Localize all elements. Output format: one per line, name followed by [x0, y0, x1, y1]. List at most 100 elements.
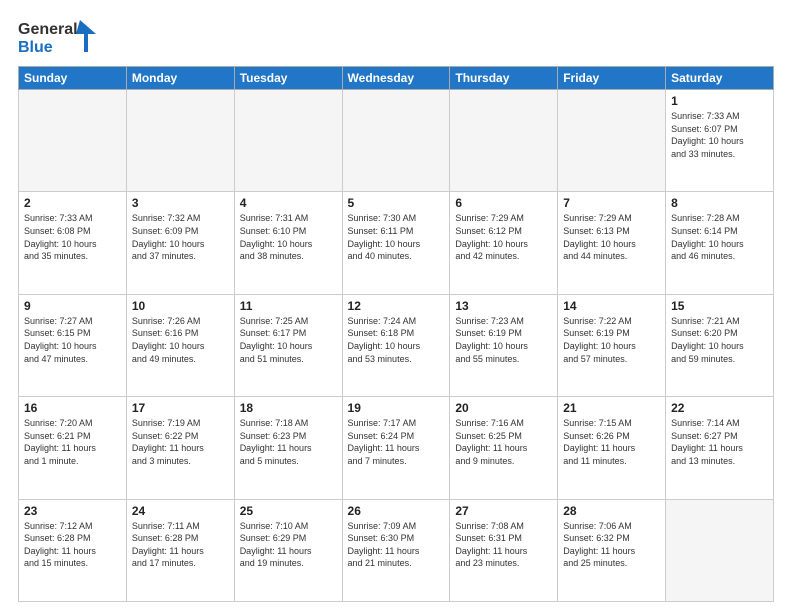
calendar-cell: 15 Sunrise: 7:21 AM Sunset: 6:20 PM Dayli… — [666, 294, 774, 396]
calendar-cell: 16 Sunrise: 7:20 AM Sunset: 6:21 PM Dayli… — [19, 397, 127, 499]
day-number: 13 — [455, 299, 552, 313]
calendar-table: SundayMondayTuesdayWednesdayThursdayFrid… — [18, 66, 774, 602]
week-row-4: 23Sunrise: 7:12 AM Sunset: 6:28 PM Dayli… — [19, 499, 774, 601]
calendar-cell: 4 Sunrise: 7:31 AM Sunset: 6:10 PM Daylig… — [234, 192, 342, 294]
day-number: 1 — [671, 94, 768, 108]
calendar-cell: 11 Sunrise: 7:25 AM Sunset: 6:17 PM Dayli… — [234, 294, 342, 396]
day-info: Sunrise: 7:20 AM Sunset: 6:21 PM Dayligh… — [24, 417, 121, 467]
day-info: Sunrise: 7:18 AM Sunset: 6:23 PM Dayligh… — [240, 417, 337, 467]
calendar-cell: 10 Sunrise: 7:26 AM Sunset: 6:16 PM Dayli… — [126, 294, 234, 396]
header-wednesday: Wednesday — [342, 67, 450, 90]
day-info: Sunrise: 7:30 AM Sunset: 6:11 PM Dayligh… — [348, 212, 445, 262]
week-row-1: 2 Sunrise: 7:33 AM Sunset: 6:08 PM Daylig… — [19, 192, 774, 294]
calendar-cell: 2 Sunrise: 7:33 AM Sunset: 6:08 PM Daylig… — [19, 192, 127, 294]
calendar-cell — [126, 90, 234, 192]
day-number: 10 — [132, 299, 229, 313]
svg-text:General: General — [18, 21, 78, 38]
calendar-cell: 1 Sunrise: 7:33 AM Sunset: 6:07 PM Daylig… — [666, 90, 774, 192]
day-info: Sunrise: 7:16 AM Sunset: 6:25 PM Dayligh… — [455, 417, 552, 467]
day-info: Sunrise: 7:26 AM Sunset: 6:16 PM Dayligh… — [132, 315, 229, 365]
calendar-cell: 3 Sunrise: 7:32 AM Sunset: 6:09 PM Daylig… — [126, 192, 234, 294]
day-number: 5 — [348, 196, 445, 210]
day-info: Sunrise: 7:17 AM Sunset: 6:24 PM Dayligh… — [348, 417, 445, 467]
header-tuesday: Tuesday — [234, 67, 342, 90]
day-number: 16 — [24, 401, 121, 415]
calendar-cell — [666, 499, 774, 601]
day-info: Sunrise: 7:27 AM Sunset: 6:15 PM Dayligh… — [24, 315, 121, 365]
calendar-cell: 12 Sunrise: 7:24 AM Sunset: 6:18 PM Dayli… — [342, 294, 450, 396]
calendar-cell: 5 Sunrise: 7:30 AM Sunset: 6:11 PM Daylig… — [342, 192, 450, 294]
day-info: Sunrise: 7:33 AM Sunset: 6:08 PM Dayligh… — [24, 212, 121, 262]
day-number: 8 — [671, 196, 768, 210]
day-number: 28 — [563, 504, 660, 518]
calendar-cell: 20Sunrise: 7:16 AM Sunset: 6:25 PM Dayli… — [450, 397, 558, 499]
logo: GeneralBlue — [18, 16, 98, 56]
header-monday: Monday — [126, 67, 234, 90]
day-number: 3 — [132, 196, 229, 210]
calendar-cell — [450, 90, 558, 192]
week-row-2: 9 Sunrise: 7:27 AM Sunset: 6:15 PM Daylig… — [19, 294, 774, 396]
calendar-cell: 8 Sunrise: 7:28 AM Sunset: 6:14 PM Daylig… — [666, 192, 774, 294]
calendar-cell — [558, 90, 666, 192]
day-info: Sunrise: 7:09 AM Sunset: 6:30 PM Dayligh… — [348, 520, 445, 570]
calendar-cell: 24Sunrise: 7:11 AM Sunset: 6:28 PM Dayli… — [126, 499, 234, 601]
day-number: 11 — [240, 299, 337, 313]
day-number: 4 — [240, 196, 337, 210]
day-number: 14 — [563, 299, 660, 313]
day-info: Sunrise: 7:22 AM Sunset: 6:19 PM Dayligh… — [563, 315, 660, 365]
calendar-cell: 23Sunrise: 7:12 AM Sunset: 6:28 PM Dayli… — [19, 499, 127, 601]
day-number: 6 — [455, 196, 552, 210]
day-number: 12 — [348, 299, 445, 313]
day-number: 15 — [671, 299, 768, 313]
calendar-header-row: SundayMondayTuesdayWednesdayThursdayFrid… — [19, 67, 774, 90]
day-info: Sunrise: 7:32 AM Sunset: 6:09 PM Dayligh… — [132, 212, 229, 262]
day-number: 21 — [563, 401, 660, 415]
day-info: Sunrise: 7:31 AM Sunset: 6:10 PM Dayligh… — [240, 212, 337, 262]
day-number: 25 — [240, 504, 337, 518]
calendar-cell: 18Sunrise: 7:18 AM Sunset: 6:23 PM Dayli… — [234, 397, 342, 499]
header-thursday: Thursday — [450, 67, 558, 90]
day-number: 9 — [24, 299, 121, 313]
week-row-0: 1 Sunrise: 7:33 AM Sunset: 6:07 PM Daylig… — [19, 90, 774, 192]
calendar-cell: 21 Sunrise: 7:15 AM Sunset: 6:26 PM Dayli… — [558, 397, 666, 499]
day-number: 17 — [132, 401, 229, 415]
day-info: Sunrise: 7:24 AM Sunset: 6:18 PM Dayligh… — [348, 315, 445, 365]
day-info: Sunrise: 7:10 AM Sunset: 6:29 PM Dayligh… — [240, 520, 337, 570]
calendar-cell: 17 Sunrise: 7:19 AM Sunset: 6:22 PM Dayli… — [126, 397, 234, 499]
calendar-cell: 28 Sunrise: 7:06 AM Sunset: 6:32 PM Dayli… — [558, 499, 666, 601]
day-info: Sunrise: 7:06 AM Sunset: 6:32 PM Dayligh… — [563, 520, 660, 570]
calendar-cell: 26 Sunrise: 7:09 AM Sunset: 6:30 PM Dayli… — [342, 499, 450, 601]
day-info: Sunrise: 7:19 AM Sunset: 6:22 PM Dayligh… — [132, 417, 229, 467]
calendar-cell: 9 Sunrise: 7:27 AM Sunset: 6:15 PM Daylig… — [19, 294, 127, 396]
day-info: Sunrise: 7:29 AM Sunset: 6:13 PM Dayligh… — [563, 212, 660, 262]
calendar-cell: 13Sunrise: 7:23 AM Sunset: 6:19 PM Dayli… — [450, 294, 558, 396]
week-row-3: 16 Sunrise: 7:20 AM Sunset: 6:21 PM Dayli… — [19, 397, 774, 499]
calendar-cell: 27Sunrise: 7:08 AM Sunset: 6:31 PM Dayli… — [450, 499, 558, 601]
header: GeneralBlue — [18, 16, 774, 56]
header-sunday: Sunday — [19, 67, 127, 90]
day-info: Sunrise: 7:15 AM Sunset: 6:26 PM Dayligh… — [563, 417, 660, 467]
day-number: 23 — [24, 504, 121, 518]
day-info: Sunrise: 7:08 AM Sunset: 6:31 PM Dayligh… — [455, 520, 552, 570]
calendar-cell: 25 Sunrise: 7:10 AM Sunset: 6:29 PM Dayli… — [234, 499, 342, 601]
day-info: Sunrise: 7:33 AM Sunset: 6:07 PM Dayligh… — [671, 110, 768, 160]
header-saturday: Saturday — [666, 67, 774, 90]
day-number: 2 — [24, 196, 121, 210]
logo-icon: GeneralBlue — [18, 16, 98, 56]
calendar-cell: 7Sunrise: 7:29 AM Sunset: 6:13 PM Daylig… — [558, 192, 666, 294]
calendar-cell — [19, 90, 127, 192]
day-info: Sunrise: 7:14 AM Sunset: 6:27 PM Dayligh… — [671, 417, 768, 467]
header-friday: Friday — [558, 67, 666, 90]
day-info: Sunrise: 7:29 AM Sunset: 6:12 PM Dayligh… — [455, 212, 552, 262]
day-info: Sunrise: 7:25 AM Sunset: 6:17 PM Dayligh… — [240, 315, 337, 365]
day-number: 24 — [132, 504, 229, 518]
day-info: Sunrise: 7:28 AM Sunset: 6:14 PM Dayligh… — [671, 212, 768, 262]
day-info: Sunrise: 7:21 AM Sunset: 6:20 PM Dayligh… — [671, 315, 768, 365]
calendar-cell — [234, 90, 342, 192]
day-number: 26 — [348, 504, 445, 518]
page: GeneralBlue SundayMondayTuesdayWednesday… — [0, 0, 792, 612]
calendar-cell: 6 Sunrise: 7:29 AM Sunset: 6:12 PM Daylig… — [450, 192, 558, 294]
calendar-cell: 19Sunrise: 7:17 AM Sunset: 6:24 PM Dayli… — [342, 397, 450, 499]
calendar-cell: 22Sunrise: 7:14 AM Sunset: 6:27 PM Dayli… — [666, 397, 774, 499]
svg-text:Blue: Blue — [18, 39, 53, 56]
